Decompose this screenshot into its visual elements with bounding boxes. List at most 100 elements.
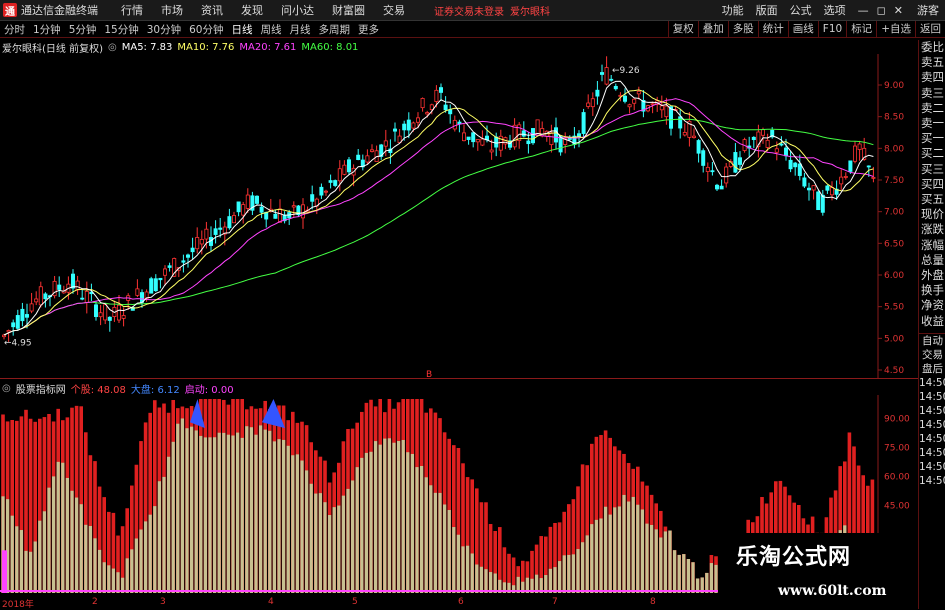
guest-label[interactable]: 游客 (917, 2, 939, 18)
tab-weekly[interactable]: 周线 (257, 22, 286, 37)
minimize-icon[interactable]: — (858, 4, 869, 17)
quote-label[interactable]: 卖三 (919, 86, 945, 101)
candle-body (779, 143, 784, 146)
sub-y-tick-label: 90.00 (884, 414, 910, 424)
trade-label[interactable]: 14:50 (919, 432, 945, 446)
ma60-label: MA60: 8.01 (301, 41, 359, 53)
tool-diejia[interactable]: 叠加 (697, 21, 728, 37)
candlestick-chart[interactable]: 9.00 8.50 8.00 7.50 7.00 6.50 6.00 5.50 5.00 4.50… (0, 54, 918, 378)
menu-wenxiaoda[interactable]: 问小达 (281, 2, 314, 18)
quote-label[interactable]: 涨幅 (919, 238, 945, 253)
trade-label[interactable]: 自动 (919, 334, 945, 348)
menu-hangqing[interactable]: 行情 (121, 2, 143, 18)
trade-label[interactable]: 14:50 (919, 460, 945, 474)
candle-body (241, 204, 246, 216)
x-tick-label: 5 (352, 597, 358, 607)
quote-label[interactable]: 现价 (919, 207, 945, 222)
indicator-yellow-bar (176, 423, 180, 593)
indicator-yellow-bar (79, 504, 83, 593)
tab-60min[interactable]: 60分钟 (185, 22, 227, 37)
candle-body (300, 204, 305, 219)
menu-faxian[interactable]: 发现 (241, 2, 263, 18)
trade-label[interactable]: 14:50 (919, 446, 945, 460)
trade-label[interactable]: 14:50 (919, 390, 945, 404)
tab-multi-period[interactable]: 多周期 (315, 22, 355, 37)
menu-jiaoyi[interactable]: 交易 (383, 2, 405, 18)
tab-30min[interactable]: 30分钟 (143, 22, 185, 37)
tab-1min[interactable]: 1分钟 (29, 22, 65, 37)
restore-icon[interactable]: ◻ (877, 4, 886, 17)
tab-5min[interactable]: 5分钟 (65, 22, 101, 37)
sub-settings-icon[interactable]: ◎ (2, 383, 11, 394)
quote-label[interactable]: 买四 (919, 177, 945, 192)
indicator-name[interactable]: 股票指标网 (16, 381, 66, 396)
y-tick-label: 6.00 (884, 271, 904, 281)
stock-link[interactable]: 爱尔眼科 (510, 3, 550, 18)
indicator-yellow-bar (167, 456, 171, 593)
quote-label[interactable]: 买一 (919, 131, 945, 146)
tool-huaxian[interactable]: 画线 (787, 21, 818, 37)
quote-label[interactable]: 净资 (919, 298, 945, 313)
tool-tongji[interactable]: 统计 (757, 21, 788, 37)
menu-gongneng[interactable]: 功能 (722, 2, 744, 18)
menu-xuanxiang[interactable]: 选项 (824, 2, 846, 18)
quote-label[interactable]: 涨跌 (919, 222, 945, 237)
candle-body (383, 140, 388, 147)
indicator-yellow-bar (410, 453, 414, 593)
tool-duogu[interactable]: 多股 (727, 21, 758, 37)
close-icon[interactable]: ✕ (894, 4, 903, 17)
y-tick-label: 7.50 (884, 176, 904, 186)
tab-fenshi[interactable]: 分时 (0, 22, 29, 37)
indicator-yellow-bar (139, 529, 143, 593)
indicator-yellow-bar (328, 515, 332, 593)
login-notice[interactable]: 证券交易未登录 (434, 3, 504, 18)
tool-zixuan[interactable]: +自选 (876, 21, 915, 37)
tab-15min[interactable]: 15分钟 (100, 22, 142, 37)
quote-label[interactable]: 换手 (919, 283, 945, 298)
quote-label[interactable]: 卖四 (919, 70, 945, 85)
settings-icon[interactable]: ◎ (108, 42, 117, 53)
trade-label[interactable]: 交易 (919, 348, 945, 362)
trade-label[interactable]: 盘后 (919, 362, 945, 376)
trade-label[interactable]: 14:50 (919, 418, 945, 432)
x-tick-label: 2 (92, 597, 98, 607)
menu-gongshi[interactable]: 公式 (790, 2, 812, 18)
candle-body (254, 195, 259, 204)
tool-f10[interactable]: F10 (817, 21, 846, 37)
candle-body (181, 260, 186, 263)
trade-label[interactable]: 14:50 (919, 376, 945, 390)
candle-body (843, 176, 848, 178)
indicator-yellow-bar (484, 569, 488, 593)
trade-label[interactable]: 14:50 (919, 474, 945, 488)
quote-label[interactable]: 卖二 (919, 101, 945, 116)
tool-biaoji[interactable]: 标记 (846, 21, 876, 37)
quote-label[interactable]: 卖一 (919, 116, 945, 131)
candle-body (149, 278, 154, 294)
quote-label[interactable]: 买五 (919, 192, 945, 207)
stock-name[interactable]: 爱尔眼科(日线 前复权) (2, 40, 103, 55)
tab-more[interactable]: 更多 (354, 22, 383, 37)
candle-body (761, 129, 766, 136)
quote-label[interactable]: 委比 (919, 40, 945, 55)
menu-caifuquan[interactable]: 财富圈 (332, 2, 365, 18)
tab-daily[interactable]: 日线 (228, 22, 257, 37)
menu-zixun[interactable]: 资讯 (201, 2, 223, 18)
quote-label[interactable]: 收益 (919, 314, 945, 329)
quote-label[interactable]: 外盘 (919, 268, 945, 283)
indicator-yellow-bar (245, 426, 249, 593)
title-bar: 通 通达信金融终端 行情 市场 资讯 发现 问小达 财富圈 交易 证券交易未登录… (0, 0, 945, 21)
pane-divider[interactable] (0, 378, 918, 379)
quote-label[interactable]: 卖五 (919, 55, 945, 70)
candle-body (475, 139, 480, 143)
indicator-yellow-bar (429, 485, 433, 593)
candle-body (733, 152, 738, 173)
tool-fuquan[interactable]: 复权 (667, 21, 698, 37)
tab-monthly[interactable]: 月线 (286, 22, 315, 37)
quote-label[interactable]: 买三 (919, 162, 945, 177)
menu-shichang[interactable]: 市场 (161, 2, 183, 18)
quote-label[interactable]: 买二 (919, 146, 945, 161)
menu-banmian[interactable]: 版面 (756, 2, 778, 18)
trade-label[interactable]: 14:50 (919, 404, 945, 418)
quote-label[interactable]: 总量 (919, 253, 945, 268)
tool-fanhui[interactable]: 返回 (915, 21, 945, 37)
